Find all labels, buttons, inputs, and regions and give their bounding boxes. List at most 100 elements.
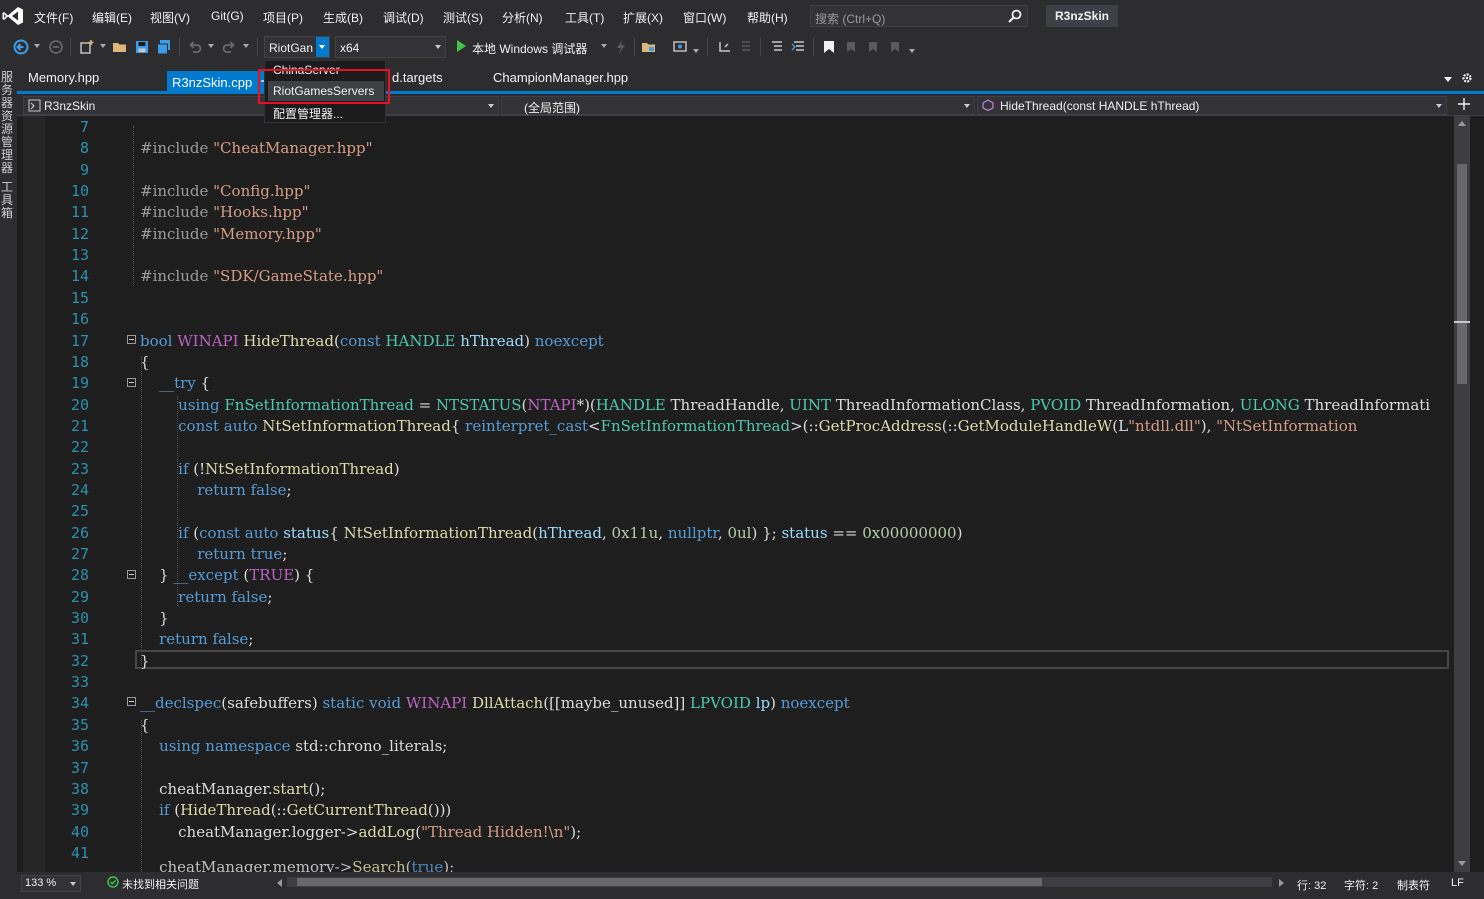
- menu-view[interactable]: 视图(V): [150, 9, 190, 26]
- configuration-dropdown-button[interactable]: [316, 37, 329, 57]
- column-indicator[interactable]: 字符: 2: [1344, 877, 1378, 893]
- standard-toolbar: RiotGan x64 本地 Windows 调试器: [0, 33, 1484, 61]
- tab-championmanager-hpp[interactable]: ChampionManager.hpp: [493, 70, 628, 92]
- fold-toggle[interactable]: [127, 335, 136, 344]
- split-window-icon[interactable]: [1458, 98, 1470, 110]
- save-all-icon[interactable]: [156, 39, 172, 55]
- next-bookmark-icon[interactable]: [865, 39, 881, 55]
- menu-project[interactable]: 项目(P): [263, 9, 303, 26]
- forward-icon[interactable]: [48, 39, 64, 55]
- solution-configuration-combo[interactable]: RiotGan: [264, 36, 330, 58]
- hot-reload-icon[interactable]: [613, 39, 629, 55]
- open-folder-icon[interactable]: [112, 39, 128, 55]
- line-ending-indicator[interactable]: LF: [1451, 877, 1464, 889]
- clear-bookmarks-icon[interactable]: [887, 39, 903, 55]
- start-debugging-label: 本地 Windows 调试器: [472, 42, 588, 56]
- vertical-scroll-thumb[interactable]: [1457, 164, 1467, 384]
- member-combo[interactable]: HideThread(const HANDLE hThread): [977, 96, 1447, 115]
- menu-debug[interactable]: 调试(D): [383, 9, 424, 26]
- back-dropdown-icon[interactable]: [34, 44, 40, 48]
- menu-build[interactable]: 生成(B): [323, 9, 363, 26]
- back-icon[interactable]: [13, 39, 29, 55]
- menu-window[interactable]: 窗口(W): [683, 9, 726, 26]
- menu-help[interactable]: 帮助(H): [747, 9, 788, 26]
- horizontal-scrollbar[interactable]: [287, 877, 1272, 887]
- server-explorer-tab[interactable]: 服务器资源管理器: [1, 71, 15, 175]
- menu-edit[interactable]: 编辑(E): [92, 9, 132, 26]
- fold-toggle[interactable]: [127, 378, 136, 387]
- code-line: cheatManager.start();: [140, 779, 326, 798]
- uncomment-lines-icon[interactable]: [791, 39, 807, 55]
- code-line: __declspec(safebuffers) static void WINA…: [140, 694, 850, 713]
- start-dropdown-icon[interactable]: [601, 44, 607, 48]
- scroll-left-icon[interactable]: [277, 879, 282, 887]
- menu-tools[interactable]: 工具(T): [565, 9, 604, 26]
- undo-dropdown-icon[interactable]: [208, 44, 214, 48]
- step-over-icon[interactable]: [717, 39, 733, 55]
- menu-test[interactable]: 测试(S): [443, 9, 483, 26]
- zoom-value: 133 %: [25, 877, 57, 889]
- toolbar-separator: [634, 38, 635, 56]
- toolbar-overflow-icon[interactable]: [909, 49, 915, 53]
- line-number: 23: [70, 459, 89, 478]
- code-line: cheatManager.logger->addLog("Thread Hidd…: [140, 822, 582, 841]
- dropdown-item-configuration-manager[interactable]: 配置管理器...: [273, 105, 343, 122]
- code-line: } __except (TRUE) {: [140, 566, 315, 585]
- code-line-partial: cheatManager.memory->Search(true);: [140, 858, 455, 872]
- zoom-combo[interactable]: 133 %: [21, 875, 81, 892]
- document-tabs: Memory.hpp R3nzSkin.cpp d.targets Champi…: [17, 61, 1484, 94]
- redo-icon[interactable]: [221, 39, 237, 55]
- code-line: if (const auto status{ NtSetInformationT…: [178, 523, 963, 542]
- toolbar-separator: [760, 38, 761, 56]
- chevron-down-icon: [488, 104, 494, 108]
- redo-dropdown-icon[interactable]: [243, 44, 249, 48]
- line-indicator[interactable]: 行: 32: [1297, 877, 1326, 893]
- line-number: 13: [70, 246, 89, 265]
- tab-memory-hpp[interactable]: Memory.hpp: [28, 70, 99, 92]
- bookmark-icon[interactable]: [821, 39, 837, 55]
- browse-folder-icon[interactable]: [641, 39, 657, 55]
- line-number: 20: [70, 395, 89, 414]
- toolbar-separator: [179, 38, 180, 56]
- method-icon: [982, 99, 994, 111]
- scroll-down-icon[interactable]: [1458, 861, 1466, 866]
- search-input[interactable]: 搜索 (Ctrl+Q): [810, 5, 1028, 27]
- menu-analyze[interactable]: 分析(N): [502, 9, 543, 26]
- line-number: 35: [70, 715, 89, 734]
- vertical-scrollbar[interactable]: [1454, 116, 1470, 872]
- undo-icon[interactable]: [187, 39, 203, 55]
- horizontal-scroll-thumb[interactable]: [297, 878, 1042, 886]
- solution-platform-combo[interactable]: x64: [335, 36, 446, 58]
- save-icon[interactable]: [134, 39, 150, 55]
- previous-bookmark-icon[interactable]: [843, 39, 859, 55]
- diagnostic-dropdown-icon[interactable]: [693, 49, 699, 53]
- scroll-up-icon[interactable]: [1458, 121, 1466, 126]
- line-number: 11: [70, 203, 89, 222]
- indent-mode-indicator[interactable]: 制表符: [1397, 877, 1430, 893]
- step-into-icon[interactable]: [738, 39, 754, 55]
- new-project-icon[interactable]: [79, 39, 95, 55]
- diagnostic-tools-icon[interactable]: [672, 39, 688, 55]
- editor-margin: [23, 116, 45, 872]
- menu-git[interactable]: Git(G): [211, 9, 244, 23]
- menu-file[interactable]: 文件(F): [34, 9, 73, 26]
- code-editor[interactable]: 7 8 9 10 11 12 13 14 15 16 17 18 19 20 21 22 23 24 25 26 27 2…: [17, 116, 1454, 872]
- settings-gear-icon[interactable]: [1461, 72, 1473, 84]
- toolbox-tab[interactable]: 工具箱: [1, 181, 15, 220]
- comment-lines-icon[interactable]: [769, 39, 785, 55]
- code-line: }: [140, 609, 169, 628]
- tab-list-dropdown-icon[interactable]: [1444, 77, 1452, 82]
- line-number: 36: [70, 737, 89, 756]
- chevron-down-icon: [435, 45, 441, 49]
- scope-combo[interactable]: (全局范围): [501, 96, 975, 115]
- line-number: 33: [70, 673, 89, 692]
- line-number: 25: [70, 502, 89, 521]
- fold-toggle[interactable]: [127, 697, 136, 706]
- new-dropdown-icon[interactable]: [100, 44, 106, 48]
- code-line: #include "CheatManager.hpp": [140, 139, 373, 158]
- current-line-highlight: [135, 650, 1449, 669]
- menu-extensions[interactable]: 扩展(X): [623, 9, 663, 26]
- scroll-right-icon[interactable]: [1279, 879, 1284, 887]
- tab-targets[interactable]: d.targets: [392, 70, 443, 92]
- fold-toggle[interactable]: [127, 570, 136, 579]
